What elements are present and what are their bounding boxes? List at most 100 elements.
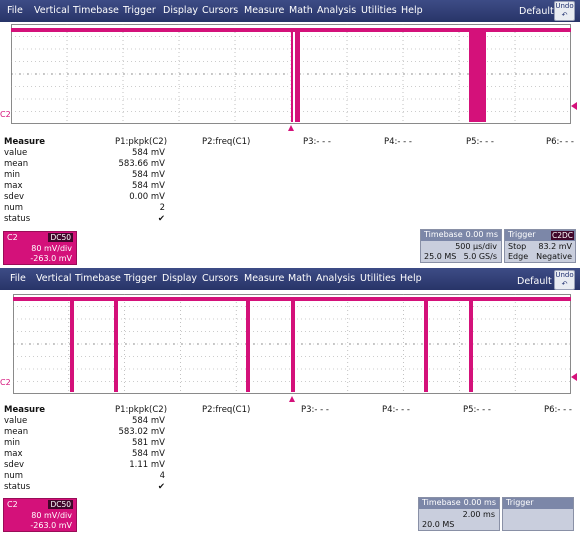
menu-timebase[interactable]: Timebase [73,5,119,16]
menu-help[interactable]: Help [401,5,423,16]
trace-pulse [114,297,118,392]
c2-offset: -263.0 mV [30,254,72,263]
menu-cursors[interactable]: Cursors [202,5,238,16]
channel-c2-descriptor[interactable]: C2 DC50 80 mV/div -263.0 mV [3,498,77,532]
trigger-descriptor[interactable]: Trigger [502,497,574,531]
menu-file[interactable]: File [7,5,23,16]
measure-row: value 584 mV [0,148,580,159]
c2-offset: -263.0 mV [30,521,72,530]
measure-p4-header[interactable]: P4:- - - [382,405,410,415]
undo-button[interactable]: Undo ↶ [554,270,575,290]
waveform-svg [11,24,571,124]
undo-arrow-icon: ↶ [561,11,568,19]
p1-value: 4 [159,471,165,481]
timebase-tdiv: 500 µs/div [455,242,497,251]
waveform-svg [13,294,571,394]
menu-trigger[interactable]: Trigger [124,273,157,284]
measure-row: value 584 mV [0,416,580,427]
measure-row: mean 583.66 mV [0,159,580,170]
trace-pulse [469,297,473,392]
measure-row: sdev 1.11 mV [0,460,580,471]
menu-help[interactable]: Help [400,273,422,284]
measure-p3-header[interactable]: P3:- - - [303,137,331,147]
p1-value: 581 mV [131,438,165,448]
measure-row: max 584 mV [0,449,580,460]
trigger-mode: Stop [508,242,527,251]
menu-measure[interactable]: Measure [244,273,284,284]
measure-p1-header[interactable]: P1:pkpk(C2) [115,137,167,147]
measure-title: Measure [4,405,46,415]
menu-utilities[interactable]: Utilities [360,273,396,284]
status-check-icon: ✔ [157,482,165,492]
measure-p2-header[interactable]: P2:freq(C1) [202,137,250,147]
menu-bar: File Vertical Timebase Trigger Display C… [0,0,580,22]
channel-c2-descriptor[interactable]: C2 DC50 80 mV/div -263.0 mV [3,231,77,265]
channel-marker: C2 [0,110,11,119]
trace-burst [469,28,486,122]
p1-value: 584 mV [131,416,165,426]
menu-vertical[interactable]: Vertical [34,5,70,16]
default-setup-button[interactable]: Default [519,6,554,17]
undo-label: Undo [555,2,574,10]
measure-header-row: Measure P1:pkpk(C2) P2:freq(C1) P3:- - -… [0,405,580,416]
menu-utilities[interactable]: Utilities [361,5,397,16]
timebase-descriptor[interactable]: Timebase 0.00 ms 2.00 ms 20.0 MS [418,497,500,531]
p1-value: 2 [159,203,165,213]
measure-header-row: Measure P1:pkpk(C2) P2:freq(C1) P3:- - -… [0,137,580,148]
menu-measure[interactable]: Measure [244,5,284,16]
measure-table: Measure P1:pkpk(C2) P2:freq(C1) P3:- - -… [0,405,580,505]
undo-button[interactable]: Undo ↶ [554,1,575,21]
c2-vdiv: 80 mV/div [31,511,72,520]
menu-vertical[interactable]: Vertical [36,273,72,284]
timebase-samples: 20.0 MS [422,520,455,529]
menu-trigger[interactable]: Trigger [123,5,156,16]
measure-row: min 584 mV [0,170,580,181]
p1-value: 584 mV [131,170,165,180]
c2-title: C2 [7,500,18,509]
measure-row: min 581 mV [0,438,580,449]
trigger-descriptor[interactable]: Trigger C2DC Stop 83.2 mV Edge Negative [504,229,576,263]
undo-label: Undo [555,271,574,279]
timebase-header: Timebase 0.00 ms [419,498,499,509]
p1-value: 584 mV [131,181,165,191]
measure-row: sdev 0.00 mV [0,192,580,203]
menu-display[interactable]: Display [163,5,198,16]
menu-analysis[interactable]: Analysis [316,273,355,284]
menu-bar: File Vertical Timebase Trigger Display C… [0,268,580,290]
undo-arrow-icon: ↶ [561,280,568,288]
trace-pulse [291,28,293,122]
p1-value: 584 mV [131,148,165,158]
measure-title: Measure [4,137,46,147]
measure-p1-header[interactable]: P1:pkpk(C2) [115,405,167,415]
measure-p4-header[interactable]: P4:- - - [384,137,412,147]
measure-p6-header[interactable]: P6:- - - [546,137,574,147]
measure-row: num 4 [0,471,580,482]
default-setup-button[interactable]: Default [517,276,552,287]
timebase-delay: 0.00 ms [463,498,496,507]
trace-pulse [70,297,74,392]
menu-display[interactable]: Display [162,273,197,284]
waveform-grid[interactable] [13,294,571,394]
measure-row: status ✔ [0,482,580,493]
measure-p5-header[interactable]: P5:- - - [466,137,494,147]
menu-analysis[interactable]: Analysis [317,5,356,16]
measure-row: num 2 [0,203,580,214]
measure-p3-header[interactable]: P3:- - - [301,405,329,415]
c2-coupling: DC50 [48,233,73,242]
measure-p5-header[interactable]: P5:- - - [463,405,491,415]
menu-math[interactable]: Math [288,273,312,284]
measure-row: status ✔ [0,214,580,225]
menu-math[interactable]: Math [289,5,313,16]
status-check-icon: ✔ [157,214,165,224]
timebase-descriptor[interactable]: Timebase 0.00 ms 500 µs/div 25.0 MS 5.0 … [420,229,502,263]
measure-row: mean 583.02 mV [0,427,580,438]
trigger-header: Trigger [503,498,573,509]
measure-p6-header[interactable]: P6:- - - [544,405,572,415]
timebase-title: Timebase [424,230,463,239]
menu-cursors[interactable]: Cursors [202,273,238,284]
waveform-grid[interactable] [11,24,571,124]
measure-p2-header[interactable]: P2:freq(C1) [202,405,250,415]
menu-file[interactable]: File [10,273,26,284]
menu-timebase[interactable]: Timebase [75,273,121,284]
timebase-rate: 5.0 GS/s [463,252,497,261]
